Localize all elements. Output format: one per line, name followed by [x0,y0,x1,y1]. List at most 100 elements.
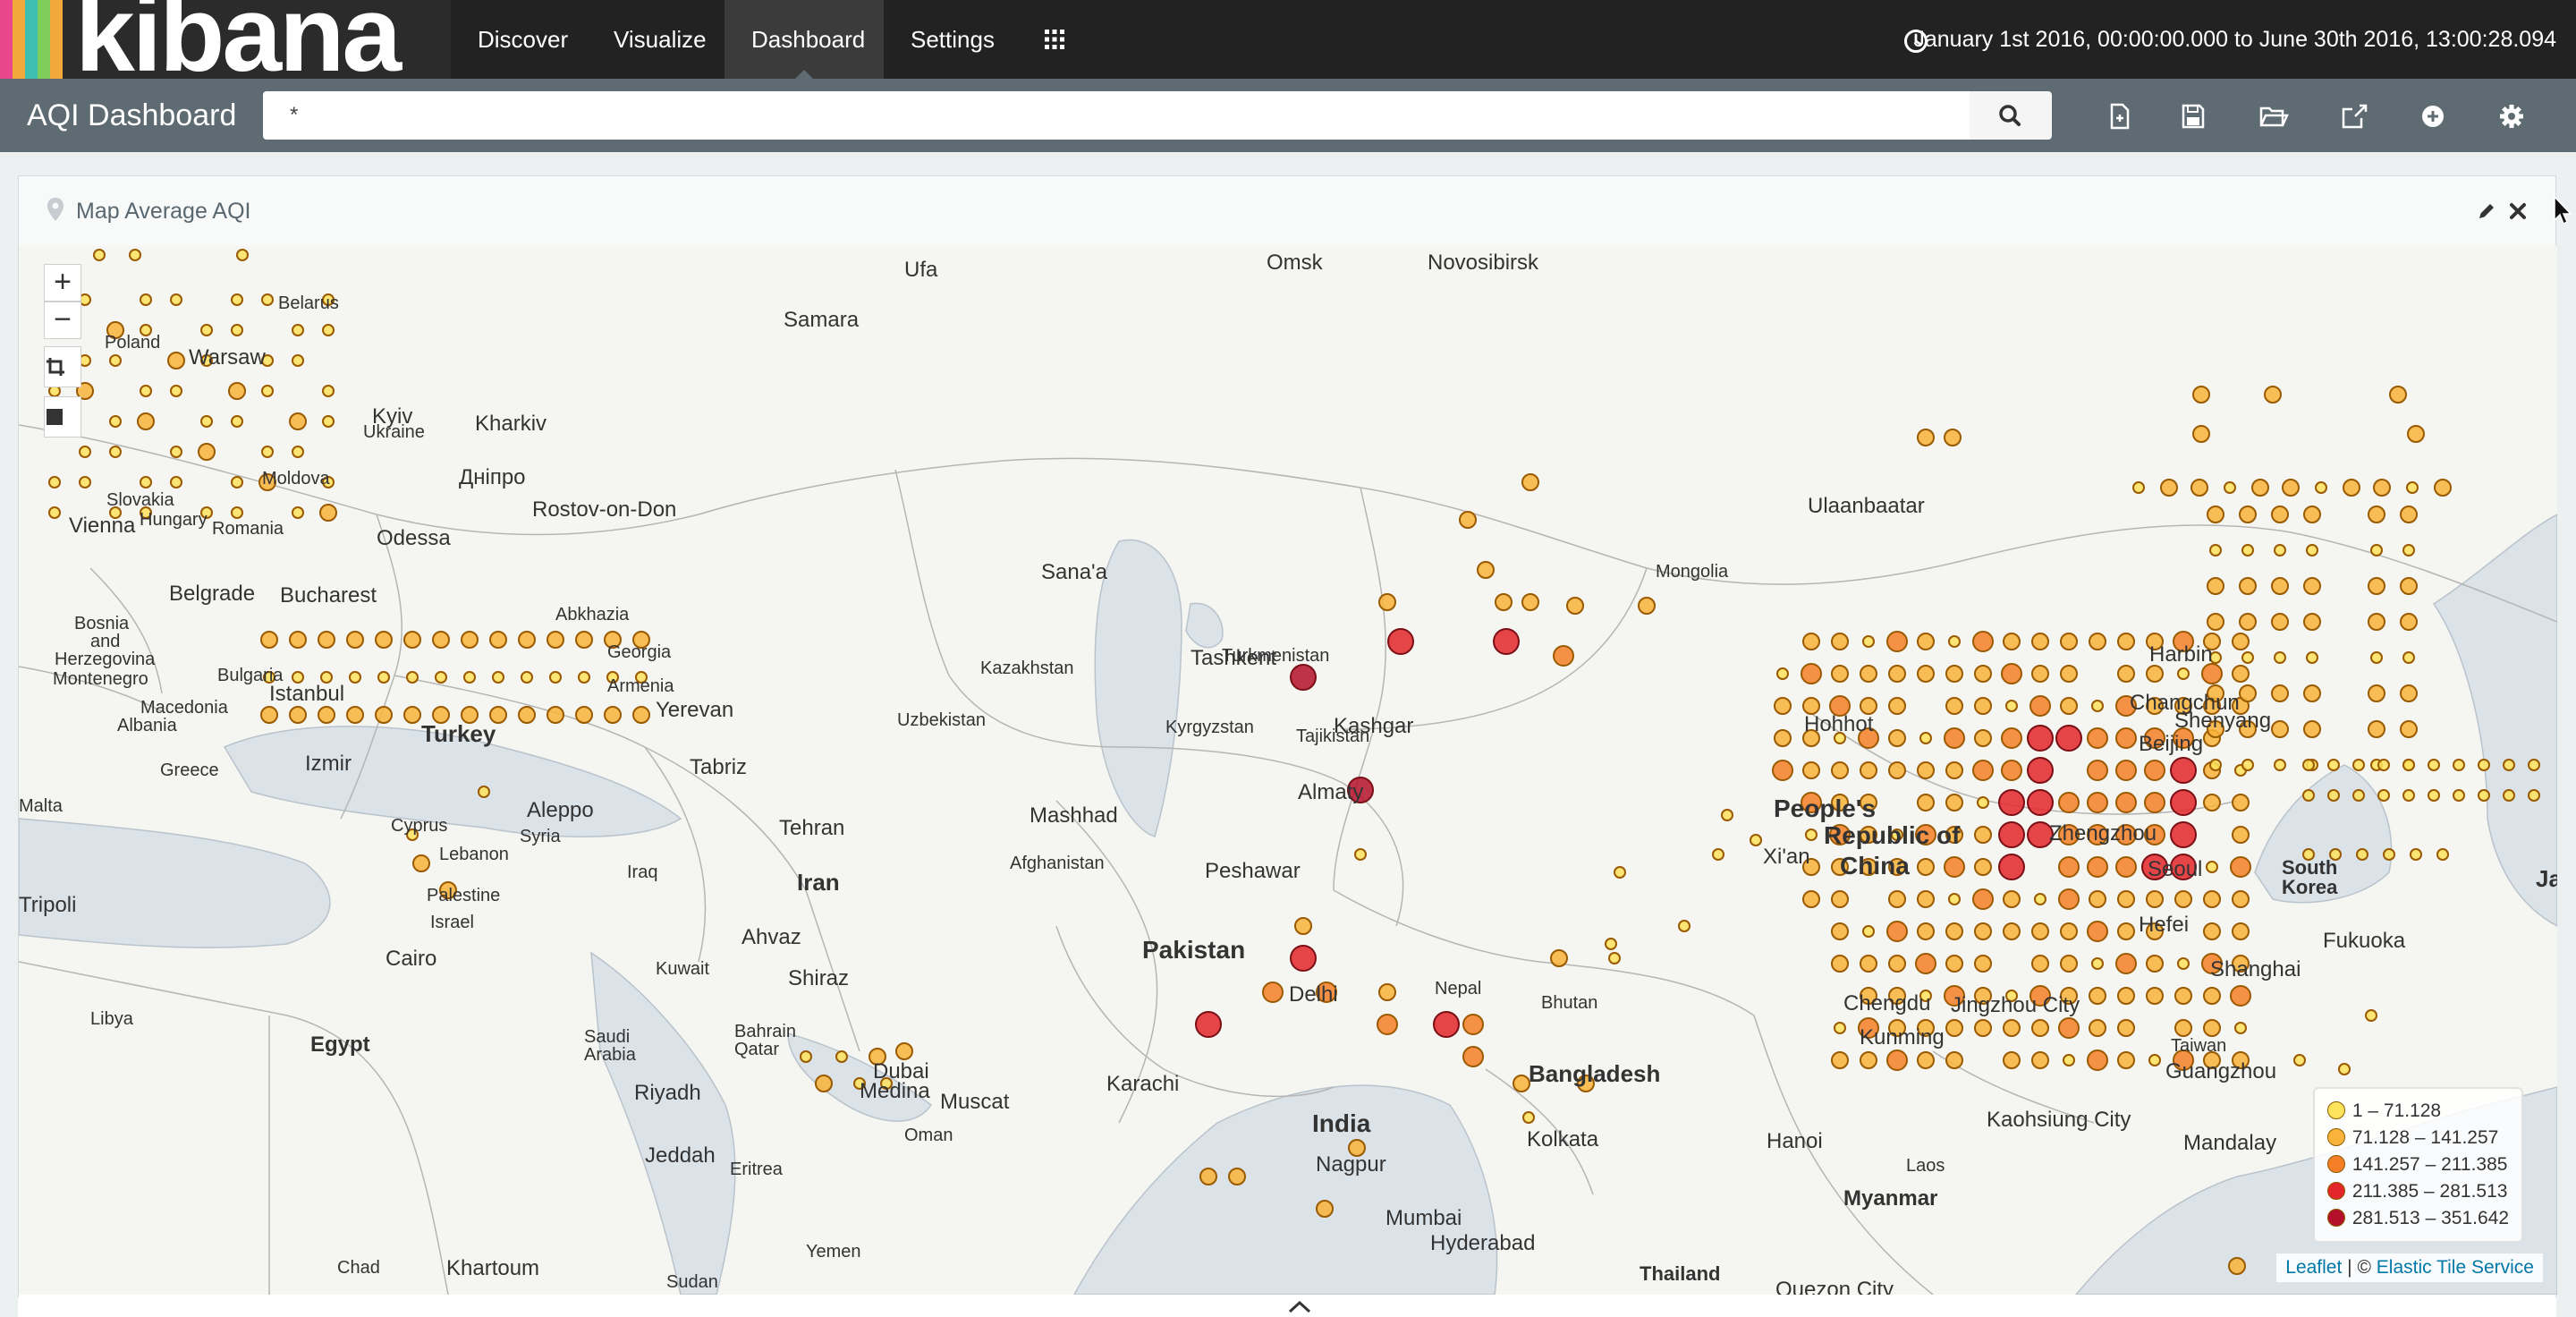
aqi-point[interactable] [1354,848,1367,861]
aqi-point[interactable] [1860,1051,1877,1069]
grid-icon[interactable] [1043,28,1066,51]
aqi-point[interactable] [2209,759,2222,771]
aqi-point[interactable] [1917,429,1935,446]
aqi-point[interactable] [835,1050,848,1063]
aqi-point[interactable] [2170,789,2197,816]
aqi-point[interactable] [547,631,564,649]
aqi-point[interactable] [1862,925,1875,938]
aqi-point[interactable] [200,415,213,428]
aqi-point[interactable] [1294,917,1312,935]
aqi-point[interactable] [1974,729,1992,747]
aqi-point[interactable] [1886,631,1908,652]
aqi-point[interactable] [2087,1049,2108,1071]
aqi-point[interactable] [2528,759,2540,771]
aqi-point[interactable] [261,385,274,397]
aqi-point[interactable] [2370,544,2383,557]
aqi-point[interactable] [2091,957,2104,970]
aqi-point[interactable] [2207,577,2224,595]
aqi-point[interactable] [1915,953,1936,974]
aqi-point[interactable] [2264,386,2282,404]
aqi-point[interactable] [2058,888,2080,910]
aqi-point[interactable] [1776,667,1789,680]
elastic-tile-service-link[interactable]: Elastic Tile Service [2377,1257,2534,1278]
aqi-point[interactable] [2060,922,2078,940]
aqi-point[interactable] [1945,922,1963,940]
aqi-point[interactable] [1860,955,1877,973]
aqi-point[interactable] [1459,511,1477,529]
aqi-point[interactable] [1462,1046,1484,1067]
aqi-point[interactable] [1493,628,1520,655]
aqi-point[interactable] [1948,635,1961,648]
aqi-point[interactable] [48,476,61,489]
aqi-point[interactable] [170,293,182,306]
aqi-point[interactable] [1917,794,1935,811]
aqi-point[interactable] [1860,761,1877,779]
aqi-point[interactable] [2192,425,2210,443]
aqi-point[interactable] [318,631,335,649]
aqi-point[interactable] [518,631,536,649]
aqi-point[interactable] [2144,760,2165,781]
aqi-point[interactable] [137,412,155,430]
aqi-point[interactable] [2368,613,2385,631]
aqi-point[interactable] [2001,727,2022,749]
aqi-point[interactable] [1944,727,1965,749]
aqi-point[interactable] [2368,506,2385,523]
aqi-point[interactable] [1378,983,1396,1001]
aqi-point[interactable] [292,506,304,519]
aqi-point[interactable] [2146,665,2164,683]
aqi-point[interactable] [231,476,243,489]
aqi-point[interactable] [2428,789,2440,802]
aqi-point[interactable] [2170,821,2197,848]
aqi-point[interactable] [2117,1019,2135,1037]
aqi-point[interactable] [2144,792,2165,813]
aqi-point[interactable] [1195,1011,1222,1038]
aqi-point[interactable] [1974,665,1992,683]
aqi-point[interactable] [1712,848,1724,861]
aqi-point[interactable] [2117,1051,2135,1069]
aqi-point[interactable] [1860,665,1877,683]
aqi-point[interactable] [236,249,249,261]
aqi-point[interactable] [2115,856,2137,878]
aqi-point[interactable] [289,412,307,430]
aqi-point[interactable] [2031,1019,2049,1037]
aqi-point[interactable] [2327,789,2340,802]
aqi-point[interactable] [2063,1054,2075,1066]
aqi-point[interactable] [2031,955,2049,973]
aqi-point[interactable] [1831,665,1849,683]
aqi-point[interactable] [292,354,304,367]
aqi-point[interactable] [170,385,182,397]
aqi-point[interactable] [2478,759,2490,771]
aqi-point[interactable] [1608,952,1621,964]
aqi-point[interactable] [260,631,278,649]
aqi-point[interactable] [2306,651,2318,664]
aqi-point[interactable] [2027,789,2054,816]
share-icon[interactable] [2336,98,2372,134]
aqi-point[interactable] [2282,479,2300,497]
aqi-point[interactable] [547,706,564,724]
aqi-point[interactable] [800,1050,812,1063]
nav-discover[interactable]: Discover [451,0,595,79]
aqi-point[interactable] [2365,1009,2377,1022]
aqi-point[interactable] [2091,700,2104,712]
aqi-point[interactable] [2478,789,2490,802]
aqi-point[interactable] [2428,759,2440,771]
crop-button[interactable] [44,346,81,387]
aqi-point[interactable] [461,631,479,649]
aqi-point[interactable] [1886,1049,1908,1071]
aqi-point[interactable] [2232,633,2250,650]
aqi-point[interactable] [2503,789,2515,802]
aqi-point[interactable] [2087,792,2108,813]
aqi-point[interactable] [1998,854,2025,880]
aqi-point[interactable] [1805,828,1818,841]
aqi-point[interactable] [346,631,364,649]
aqi-point[interactable] [2402,789,2415,802]
aqi-point[interactable] [231,506,243,519]
aqi-point[interactable] [2241,651,2254,664]
aqi-point[interactable] [2352,789,2365,802]
aqi-point[interactable] [403,706,421,724]
aqi-point[interactable] [1972,760,1994,781]
aqi-point[interactable] [1948,893,1961,905]
aqi-point[interactable] [2410,848,2422,861]
aqi-point[interactable] [632,706,650,724]
aqi-point[interactable] [2060,955,2078,973]
